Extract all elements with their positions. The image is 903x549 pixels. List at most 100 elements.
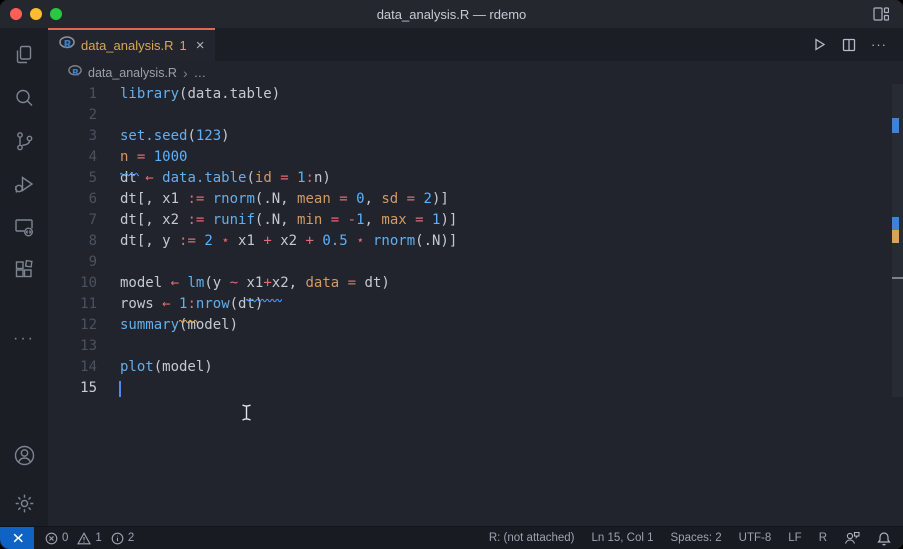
minimize-window-button[interactable]	[30, 8, 42, 20]
line-number: 14	[48, 357, 97, 378]
code-line[interactable]: 7 dt[, x2 := runif(.N, min = -1, max = 1)…	[48, 210, 903, 231]
source-control-icon[interactable]	[12, 129, 36, 153]
code-text: n = 1000	[120, 147, 187, 168]
status-item[interactable]: LF	[788, 532, 801, 544]
svg-text:R: R	[64, 39, 72, 51]
status-bar: 0 1 2 R: (not attached) Ln 15, Col 1 Space…	[0, 526, 903, 549]
r-file-icon: R	[59, 35, 75, 56]
status-item[interactable]: UTF-8	[739, 532, 772, 544]
code-line[interactable]: 5 dt ← data.table(id = 1:n)	[48, 168, 903, 189]
settings-gear-icon[interactable]	[12, 491, 36, 515]
tab-close-icon[interactable]: ×	[196, 38, 205, 53]
line-number: 9	[48, 252, 97, 273]
line-number: 12	[48, 315, 97, 336]
code-text: dt[, y := 2 ⋆ x1 + x2 + 0.5 ⋆ rnorm(.N)]	[120, 231, 457, 252]
status-item[interactable]: R: (not attached)	[489, 532, 575, 544]
tab-bar: R data_analysis.R 1 ×	[48, 28, 903, 61]
line-number: 2	[48, 105, 97, 126]
svg-text:R: R	[72, 67, 79, 78]
window-title: data_analysis.R — rdemo	[0, 7, 903, 22]
code-line[interactable]: 8 dt[, y := 2 ⋆ x1 + x2 + 0.5 ⋆ rnorm(.N)…	[48, 231, 903, 252]
overview-diagnostic-mark	[892, 118, 899, 133]
run-file-icon[interactable]	[812, 37, 827, 52]
code-line[interactable]: 4 n = 1000	[48, 147, 903, 168]
line-number: 4	[48, 147, 97, 168]
code-editor[interactable]: 1 library(data.table) 23 set.seed(123) 4 n = …	[48, 84, 903, 527]
warning-icon	[77, 532, 91, 545]
status-bar-right: R: (not attached) Ln 15, Col 1 Spaces: 2 UT…	[489, 531, 903, 546]
tab-dirty-badge: 1	[180, 38, 187, 53]
line-number: 13	[48, 336, 97, 357]
line-number: 10	[48, 273, 97, 294]
more-actions-icon[interactable]: ···	[871, 37, 887, 52]
code-text: dt[, x1 := rnorm(.N, mean = 0, sd = 2)]	[120, 189, 449, 210]
vscode-window: data_analysis.R — rdemo	[0, 0, 903, 549]
breadcrumb: R data_analysis.R › …	[48, 61, 903, 84]
extensions-icon[interactable]	[12, 258, 36, 282]
overview-ruler-scrollbar[interactable]	[892, 84, 903, 397]
code-text: set.seed(123)	[120, 126, 230, 147]
breadcrumb-file[interactable]: data_analysis.R	[88, 66, 177, 80]
split-editor-icon[interactable]	[842, 38, 856, 52]
activity-bar: ···	[0, 28, 49, 527]
accounts-icon[interactable]	[12, 443, 36, 467]
feedback-icon[interactable]	[844, 531, 860, 545]
remote-explorer-icon[interactable]	[12, 215, 36, 239]
tab-label: data_analysis.R	[81, 38, 174, 53]
notifications-bell-icon[interactable]	[877, 531, 891, 546]
info-count: 2	[128, 532, 134, 544]
code-text: model ← lm(y ~ x1+x2, data = dt)	[120, 273, 390, 294]
line-number: 1	[48, 84, 97, 105]
remote-indicator[interactable]	[0, 527, 34, 549]
status-item[interactable]: R	[819, 532, 827, 544]
run-and-debug-icon[interactable]	[12, 172, 36, 196]
customize-layout-icon[interactable]	[873, 7, 889, 26]
zoom-window-button[interactable]	[50, 8, 62, 20]
code-text: dt[, x2 := runif(.N, min = -1, max = 1)]	[120, 210, 457, 231]
overview-diagnostic-mark	[892, 217, 899, 230]
line-number: 3	[48, 126, 97, 147]
line-number: 7	[48, 210, 97, 231]
r-file-icon: R	[68, 64, 82, 81]
code-text: library(data.table)	[120, 84, 280, 105]
close-window-button[interactable]	[10, 8, 22, 20]
code-line[interactable]: 11 rows ← 1:nrow(dt)	[48, 294, 903, 315]
tab-data-analysis[interactable]: R data_analysis.R 1 ×	[48, 28, 215, 61]
code-line[interactable]: 15	[48, 378, 903, 399]
line-number: 8	[48, 231, 97, 252]
breadcrumb-symbol[interactable]: …	[194, 66, 207, 80]
overview-cursor-mark	[892, 277, 903, 279]
code-line[interactable]: 10 model ← lm(y ~ x1+x2, data = dt)	[48, 273, 903, 294]
code-line[interactable]: 2	[48, 105, 903, 126]
error-count: 0	[62, 532, 68, 544]
code-text: summary(model)	[120, 315, 238, 336]
code-line[interactable]: 9	[48, 252, 903, 273]
code-line[interactable]: 12 summary(model)	[48, 315, 903, 336]
title-bar: data_analysis.R — rdemo	[0, 0, 903, 29]
window-controls	[10, 8, 62, 20]
code-text: rows ← 1:nrow(dt)	[120, 294, 263, 315]
line-number: 15	[48, 378, 97, 399]
line-number: 6	[48, 189, 97, 210]
explorer-icon[interactable]	[12, 43, 36, 67]
overview-diagnostic-mark	[892, 230, 899, 243]
status-item[interactable]: Spaces: 2	[671, 532, 722, 544]
text-cursor	[119, 381, 121, 397]
code-text: dt ← data.table(id = 1:n)	[120, 168, 331, 189]
code-line[interactable]: 14 plot(model)	[48, 357, 903, 378]
code-line[interactable]: 13	[48, 336, 903, 357]
status-item[interactable]: Ln 15, Col 1	[592, 532, 654, 544]
info-icon	[111, 532, 124, 545]
search-icon[interactable]	[12, 86, 36, 110]
error-icon	[45, 532, 58, 545]
breadcrumb-separator: ›	[183, 65, 188, 81]
code-line[interactable]: 3 set.seed(123)	[48, 126, 903, 147]
code-line[interactable]: 1 library(data.table)	[48, 84, 903, 105]
additional-views-icon[interactable]: ···	[12, 327, 36, 351]
warning-count: 1	[95, 532, 101, 544]
line-number: 5	[48, 168, 97, 189]
code-text: plot(model)	[120, 357, 213, 378]
code-line[interactable]: 6 dt[, x1 := rnorm(.N, mean = 0, sd = 2)]	[48, 189, 903, 210]
problems-status[interactable]: 0 1 2	[45, 532, 139, 545]
line-number: 11	[48, 294, 97, 315]
